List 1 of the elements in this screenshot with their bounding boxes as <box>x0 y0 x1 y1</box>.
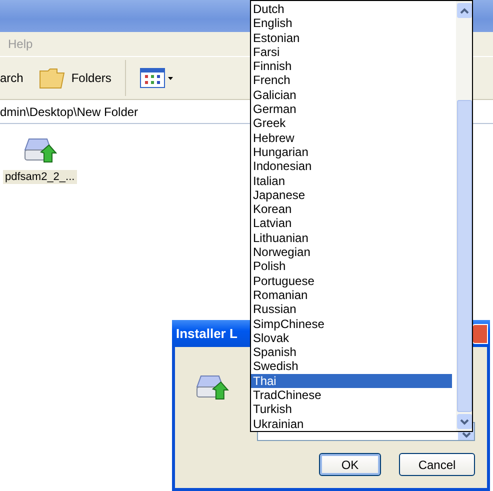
dialog-title: Installer L <box>176 326 238 341</box>
